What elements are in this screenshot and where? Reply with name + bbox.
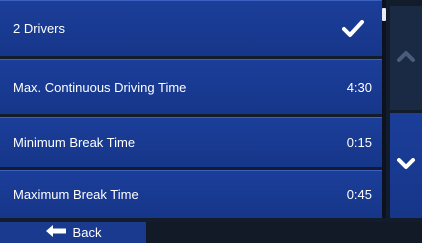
back-label: Back bbox=[72, 225, 102, 240]
arrow-left-icon bbox=[45, 225, 67, 240]
back-button[interactable]: Back bbox=[0, 222, 146, 243]
list-item-max-break-time[interactable]: Maximum Break Time 0:45 bbox=[0, 170, 382, 218]
scrollbar-thumb[interactable] bbox=[382, 8, 386, 21]
setting-label: Maximum Break Time bbox=[13, 187, 139, 202]
setting-label: Minimum Break Time bbox=[13, 135, 136, 150]
chevron-down-icon bbox=[396, 157, 416, 175]
setting-value: 0:15 bbox=[346, 135, 372, 150]
setting-value: 0:45 bbox=[346, 187, 372, 202]
scroll-up-button[interactable] bbox=[390, 6, 422, 110]
list-item-min-break-time[interactable]: Minimum Break Time 0:15 bbox=[0, 117, 382, 167]
chevron-up-icon bbox=[396, 49, 416, 67]
setting-value: 4:30 bbox=[346, 79, 372, 95]
checkmark-icon bbox=[342, 19, 372, 38]
scroll-down-button[interactable] bbox=[390, 113, 422, 218]
setting-label: Max. Continuous Driving Time bbox=[13, 79, 187, 95]
list-item-max-driving-time[interactable]: Max. Continuous Driving Time 4:30 bbox=[0, 59, 382, 114]
list-item-two-drivers[interactable]: 2 Drivers bbox=[0, 0, 382, 56]
setting-label: 2 Drivers bbox=[13, 21, 66, 36]
scrollbar-track[interactable] bbox=[382, 0, 386, 218]
